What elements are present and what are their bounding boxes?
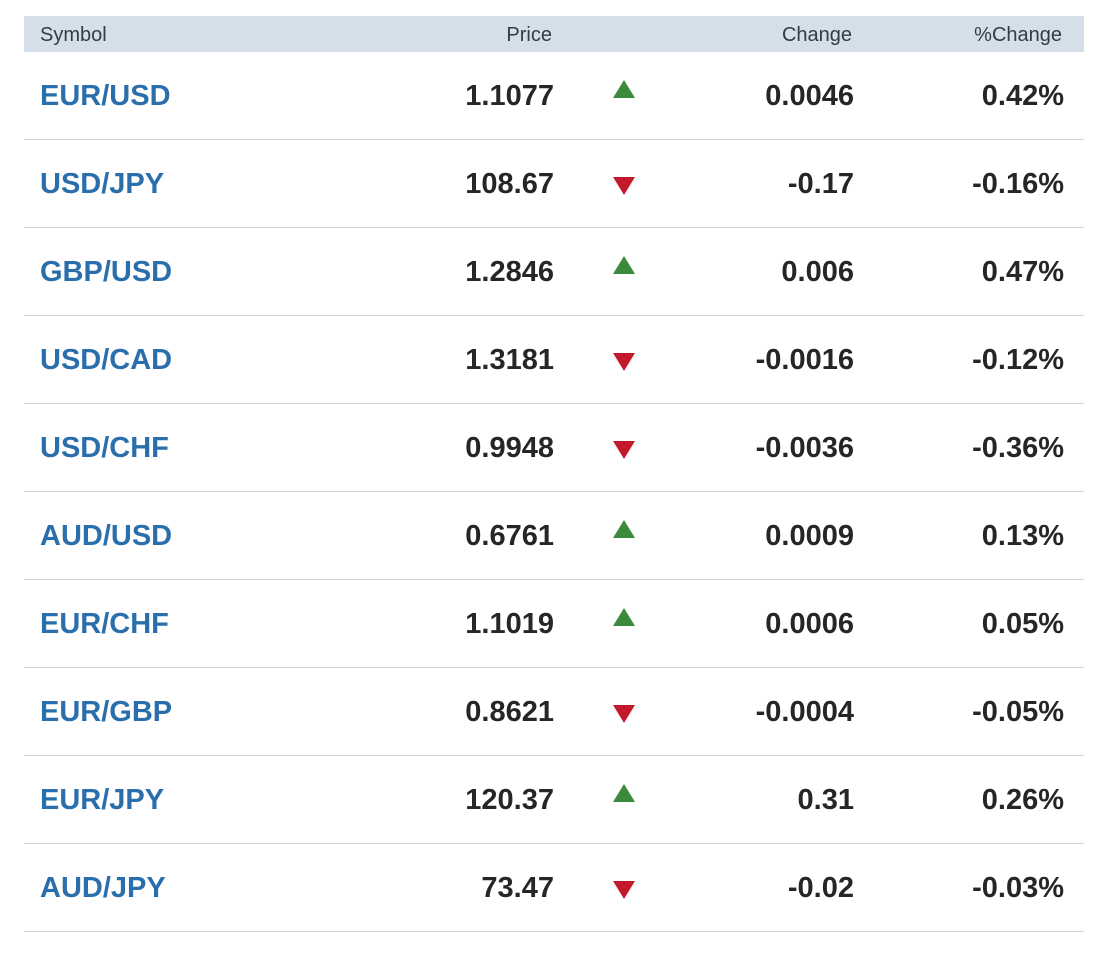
symbol-link[interactable]: AUD/USD (40, 519, 172, 553)
triangle-up-icon (613, 80, 635, 98)
symbol-link[interactable]: GBP/USD (40, 255, 172, 289)
pct-change-value: 0.26% (981, 784, 1064, 816)
pct-change-value: -0.16% (972, 168, 1064, 200)
table-row: AUD/USD 0.6761 0.0009 0.13% (24, 492, 1084, 580)
price-value: 73.47 (481, 872, 554, 904)
symbol-link[interactable]: EUR/CHF (40, 607, 169, 641)
price-value: 1.1077 (465, 80, 554, 112)
triangle-up-icon (613, 608, 635, 626)
price-value: 108.67 (465, 168, 554, 200)
change-value: 0.31 (797, 784, 854, 816)
column-header-symbol[interactable]: Symbol (40, 24, 107, 46)
price-value: 0.6761 (465, 520, 554, 552)
change-value: 0.0006 (765, 608, 854, 640)
table-row: USD/CAD 1.3181 -0.0016 -0.12% (24, 316, 1084, 404)
change-value: 0.0046 (765, 80, 854, 112)
triangle-down-icon (613, 441, 635, 459)
table-row: GBP/USD 1.2846 0.006 0.47% (24, 228, 1084, 316)
table-row: USD/JPY 108.67 -0.17 -0.16% (24, 140, 1084, 228)
table-row: EUR/USD 1.1077 0.0046 0.42% (24, 52, 1084, 140)
triangle-down-icon (613, 881, 635, 899)
symbol-link[interactable]: EUR/USD (40, 79, 171, 113)
price-value: 1.2846 (465, 256, 554, 288)
change-value: -0.0036 (755, 432, 854, 464)
pct-change-value: -0.05% (972, 696, 1064, 728)
triangle-up-icon (613, 784, 635, 802)
change-value: -0.0004 (755, 696, 854, 728)
pct-change-value: 0.05% (981, 608, 1064, 640)
column-header-price[interactable]: Price (506, 24, 552, 46)
pct-change-value: 0.47% (981, 256, 1064, 288)
price-value: 120.37 (465, 784, 554, 816)
change-value: -0.0016 (755, 344, 854, 376)
pct-change-value: -0.36% (972, 432, 1064, 464)
price-value: 0.8621 (465, 696, 554, 728)
change-value: 0.006 (781, 256, 854, 288)
pct-change-value: 0.13% (981, 520, 1064, 552)
price-value: 0.9948 (465, 432, 554, 464)
table-row: AUD/JPY 73.47 -0.02 -0.03% (24, 844, 1084, 932)
table-row: EUR/CHF 1.1019 0.0006 0.05% (24, 580, 1084, 668)
triangle-down-icon (613, 177, 635, 195)
change-value: 0.0009 (765, 520, 854, 552)
symbol-link[interactable]: EUR/GBP (40, 695, 172, 729)
column-header-pct-change[interactable]: %Change (974, 24, 1062, 46)
table-row: USD/CHF 0.9948 -0.0036 -0.36% (24, 404, 1084, 492)
triangle-up-icon (613, 520, 635, 538)
pct-change-value: -0.03% (972, 872, 1064, 904)
column-header-change[interactable]: Change (782, 24, 852, 46)
table-row: EUR/JPY 120.37 0.31 0.26% (24, 756, 1084, 844)
triangle-down-icon (613, 353, 635, 371)
symbol-link[interactable]: AUD/JPY (40, 871, 166, 905)
change-value: -0.17 (787, 168, 854, 200)
change-value: -0.02 (787, 872, 854, 904)
symbol-link[interactable]: EUR/JPY (40, 783, 164, 817)
triangle-up-icon (613, 256, 635, 274)
triangle-down-icon (613, 705, 635, 723)
symbol-link[interactable]: USD/CAD (40, 343, 172, 377)
symbol-link[interactable]: USD/JPY (40, 167, 164, 201)
currency-quotes-table: Symbol Price Change %Change EUR/USD 1.10… (24, 16, 1084, 932)
price-value: 1.3181 (465, 344, 554, 376)
table-header: Symbol Price Change %Change (24, 16, 1084, 52)
pct-change-value: 0.42% (981, 80, 1064, 112)
table-row: EUR/GBP 0.8621 -0.0004 -0.05% (24, 668, 1084, 756)
pct-change-value: -0.12% (972, 344, 1064, 376)
symbol-link[interactable]: USD/CHF (40, 431, 169, 465)
price-value: 1.1019 (465, 608, 554, 640)
